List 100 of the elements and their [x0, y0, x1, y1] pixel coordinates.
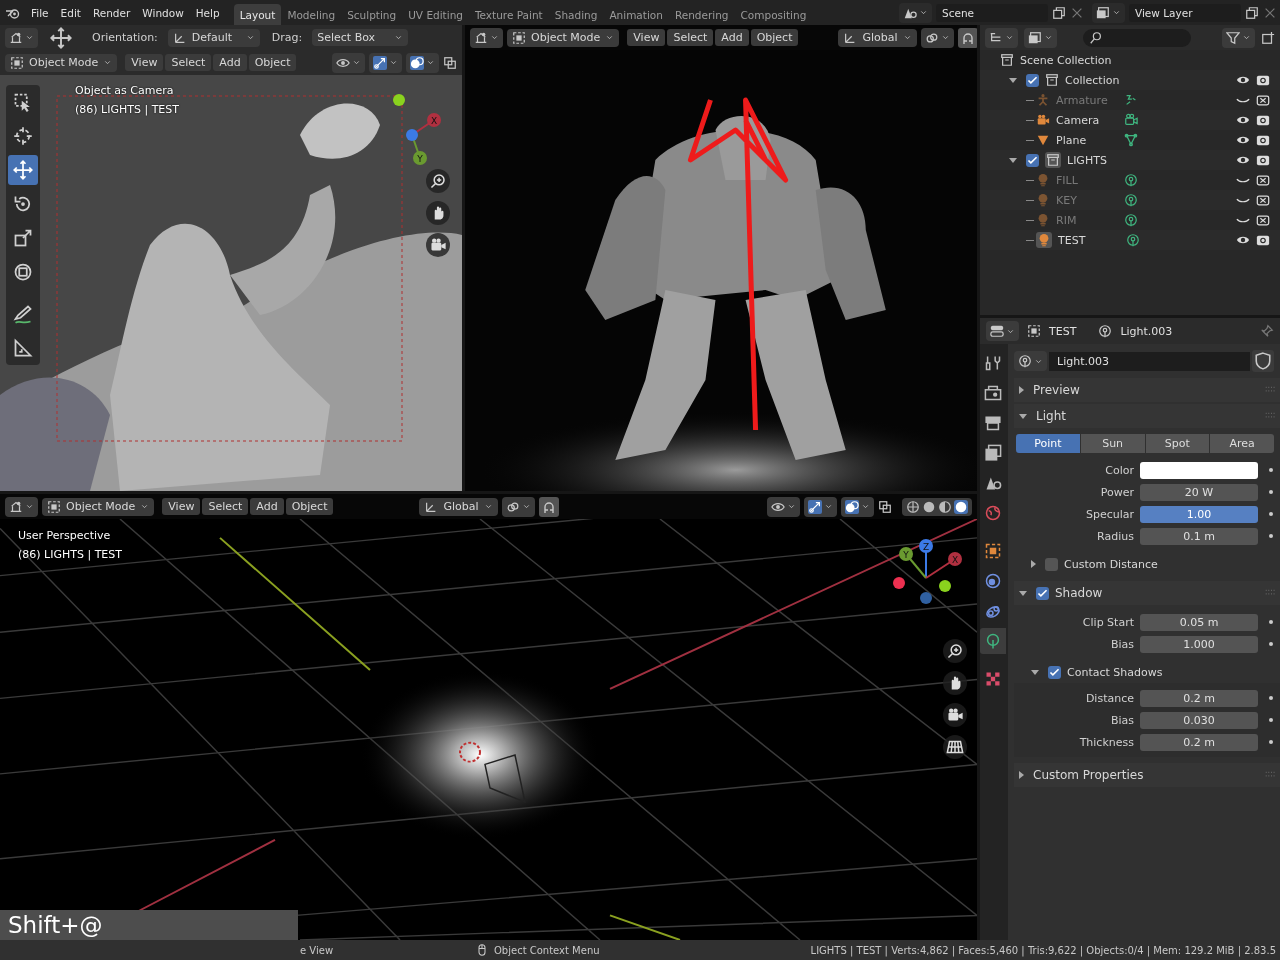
orientation-dropdown[interactable]: Default [167, 28, 260, 47]
number-field[interactable]: 0.2 m [1140, 733, 1258, 751]
axis-gizmo[interactable]: Y Z X [893, 534, 963, 604]
view-layer-selector[interactable] [1092, 2, 1125, 23]
expand-arrow[interactable] [1019, 590, 1027, 596]
search-field[interactable] [1083, 28, 1191, 47]
overlay-button[interactable] [406, 52, 439, 73]
menu-button[interactable]: View [627, 29, 666, 46]
filter-button[interactable] [1222, 27, 1255, 48]
datablock-field[interactable]: Light.003 [1049, 351, 1250, 371]
overlay-button[interactable] [841, 496, 874, 517]
light-browse-button[interactable] [1014, 351, 1047, 371]
menu-button[interactable]: Select [165, 54, 212, 71]
mode-dropdown[interactable]: Object Mode [42, 497, 155, 516]
checkbox[interactable] [1026, 73, 1039, 87]
axis-gizmo[interactable]: X Y [392, 90, 452, 170]
checkbox[interactable] [1036, 586, 1049, 600]
subpanel-title[interactable]: Custom Distance [1064, 557, 1158, 571]
expand-arrow[interactable] [1009, 157, 1017, 163]
orientation-dropdown[interactable]: Global [419, 497, 498, 516]
color-swatch[interactable] [1140, 461, 1258, 479]
editor-type-button[interactable] [5, 496, 38, 517]
editor-type-button[interactable] [470, 27, 503, 48]
menu-item[interactable]: Window [136, 3, 190, 22]
snap-icon[interactable] [957, 27, 977, 48]
checkbox[interactable] [1026, 153, 1039, 167]
keyframe-icon[interactable] [1269, 512, 1273, 516]
mesh-icon[interactable] [1124, 133, 1138, 147]
view-layer-button[interactable] [1024, 27, 1057, 48]
mode-dropdown[interactable]: Object Mode [507, 28, 620, 47]
checkbox[interactable] [1045, 557, 1058, 571]
bulb-icon[interactable] [1124, 193, 1138, 207]
pin-icon[interactable] [1260, 324, 1274, 338]
menu-button[interactable]: Add [250, 498, 284, 515]
rendered-icon[interactable] [954, 499, 968, 514]
move-icon[interactable] [50, 26, 72, 49]
expand-arrow[interactable] [1031, 560, 1036, 568]
camera-icon[interactable] [1256, 233, 1270, 247]
checkbox[interactable] [1048, 665, 1061, 679]
scene-field[interactable]: Scene [936, 3, 1048, 22]
visibility-button[interactable] [332, 52, 365, 73]
outliner-item[interactable]: Plane [1056, 133, 1118, 147]
outliner-item[interactable]: TEST [1058, 233, 1120, 247]
scene-selector[interactable] [899, 2, 932, 23]
bulb-icon[interactable] [1126, 233, 1140, 247]
workspace-tab[interactable]: Compositing [734, 4, 813, 25]
menu-button[interactable]: Object [285, 498, 334, 515]
keyframe-icon[interactable] [1269, 740, 1273, 744]
expand-arrow[interactable] [1031, 669, 1039, 675]
gizmo-button[interactable] [369, 52, 402, 73]
move-icon[interactable] [8, 155, 38, 185]
expand-arrow[interactable] [1019, 386, 1024, 394]
number-field[interactable]: 0.1 m [1140, 527, 1258, 545]
pivot-button[interactable] [920, 27, 954, 48]
keyframe-icon[interactable] [1269, 490, 1273, 494]
light-type-button[interactable]: Sun [1080, 434, 1145, 453]
menu-button[interactable]: Add [715, 29, 749, 46]
number-field[interactable]: 0.030 [1140, 711, 1258, 729]
material-icon[interactable] [938, 499, 952, 514]
keyframe-icon[interactable] [1269, 718, 1273, 722]
number-field[interactable]: 0.05 m [1140, 613, 1258, 631]
panel-title[interactable]: Light [1036, 409, 1066, 423]
workspace-tab[interactable]: Rendering [668, 4, 735, 25]
keyframe-icon[interactable] [1269, 696, 1273, 700]
menu-item[interactable]: Help [189, 3, 226, 22]
keyframe-icon[interactable] [1269, 468, 1273, 472]
workspace-tab[interactable]: Texture Paint [468, 4, 549, 25]
workspace-tab[interactable]: Shading [548, 4, 604, 25]
copy-icon[interactable] [1245, 5, 1259, 20]
panel-title[interactable]: Shadow [1055, 586, 1103, 600]
pivot-button[interactable] [501, 496, 535, 517]
visibility-button[interactable] [767, 496, 800, 517]
shield-icon[interactable] [1252, 350, 1274, 372]
camera-icon[interactable] [1256, 113, 1270, 127]
gizmo-button[interactable] [804, 496, 837, 517]
wireframe-icon[interactable] [906, 499, 920, 514]
menu-button[interactable]: Object [248, 54, 297, 71]
outliner-item[interactable]: LIGHTS [1067, 153, 1230, 167]
panel-title[interactable]: Preview [1033, 383, 1080, 397]
menu-button[interactable]: Select [202, 498, 249, 515]
workspace-tab[interactable]: Animation [603, 4, 669, 25]
menu-item[interactable]: File [25, 3, 55, 22]
camera-icon[interactable] [1256, 153, 1270, 167]
xray-icon[interactable] [443, 55, 457, 70]
mode-dropdown[interactable]: Object Mode [5, 53, 118, 72]
xray-icon[interactable] [878, 499, 892, 514]
workspace-tab[interactable]: Sculpting [341, 4, 403, 25]
display-mode-button[interactable] [985, 27, 1018, 48]
menu-button[interactable]: View [125, 54, 164, 71]
subpanel-title[interactable]: Contact Shadows [1067, 665, 1163, 679]
menu-button[interactable]: Select [667, 29, 714, 46]
outliner-item[interactable]: Scene Collection [1020, 53, 1112, 67]
menu-button[interactable]: Object [750, 29, 799, 46]
number-field[interactable]: 20 W [1140, 483, 1258, 501]
light-type-button[interactable]: Point [1016, 434, 1080, 453]
workspace-tab[interactable]: Modeling [281, 4, 342, 25]
outliner-item[interactable]: Collection [1065, 73, 1230, 87]
bulb-icon[interactable] [1124, 173, 1138, 187]
menu-button[interactable]: View [162, 498, 201, 515]
keyframe-icon[interactable] [1269, 642, 1273, 646]
